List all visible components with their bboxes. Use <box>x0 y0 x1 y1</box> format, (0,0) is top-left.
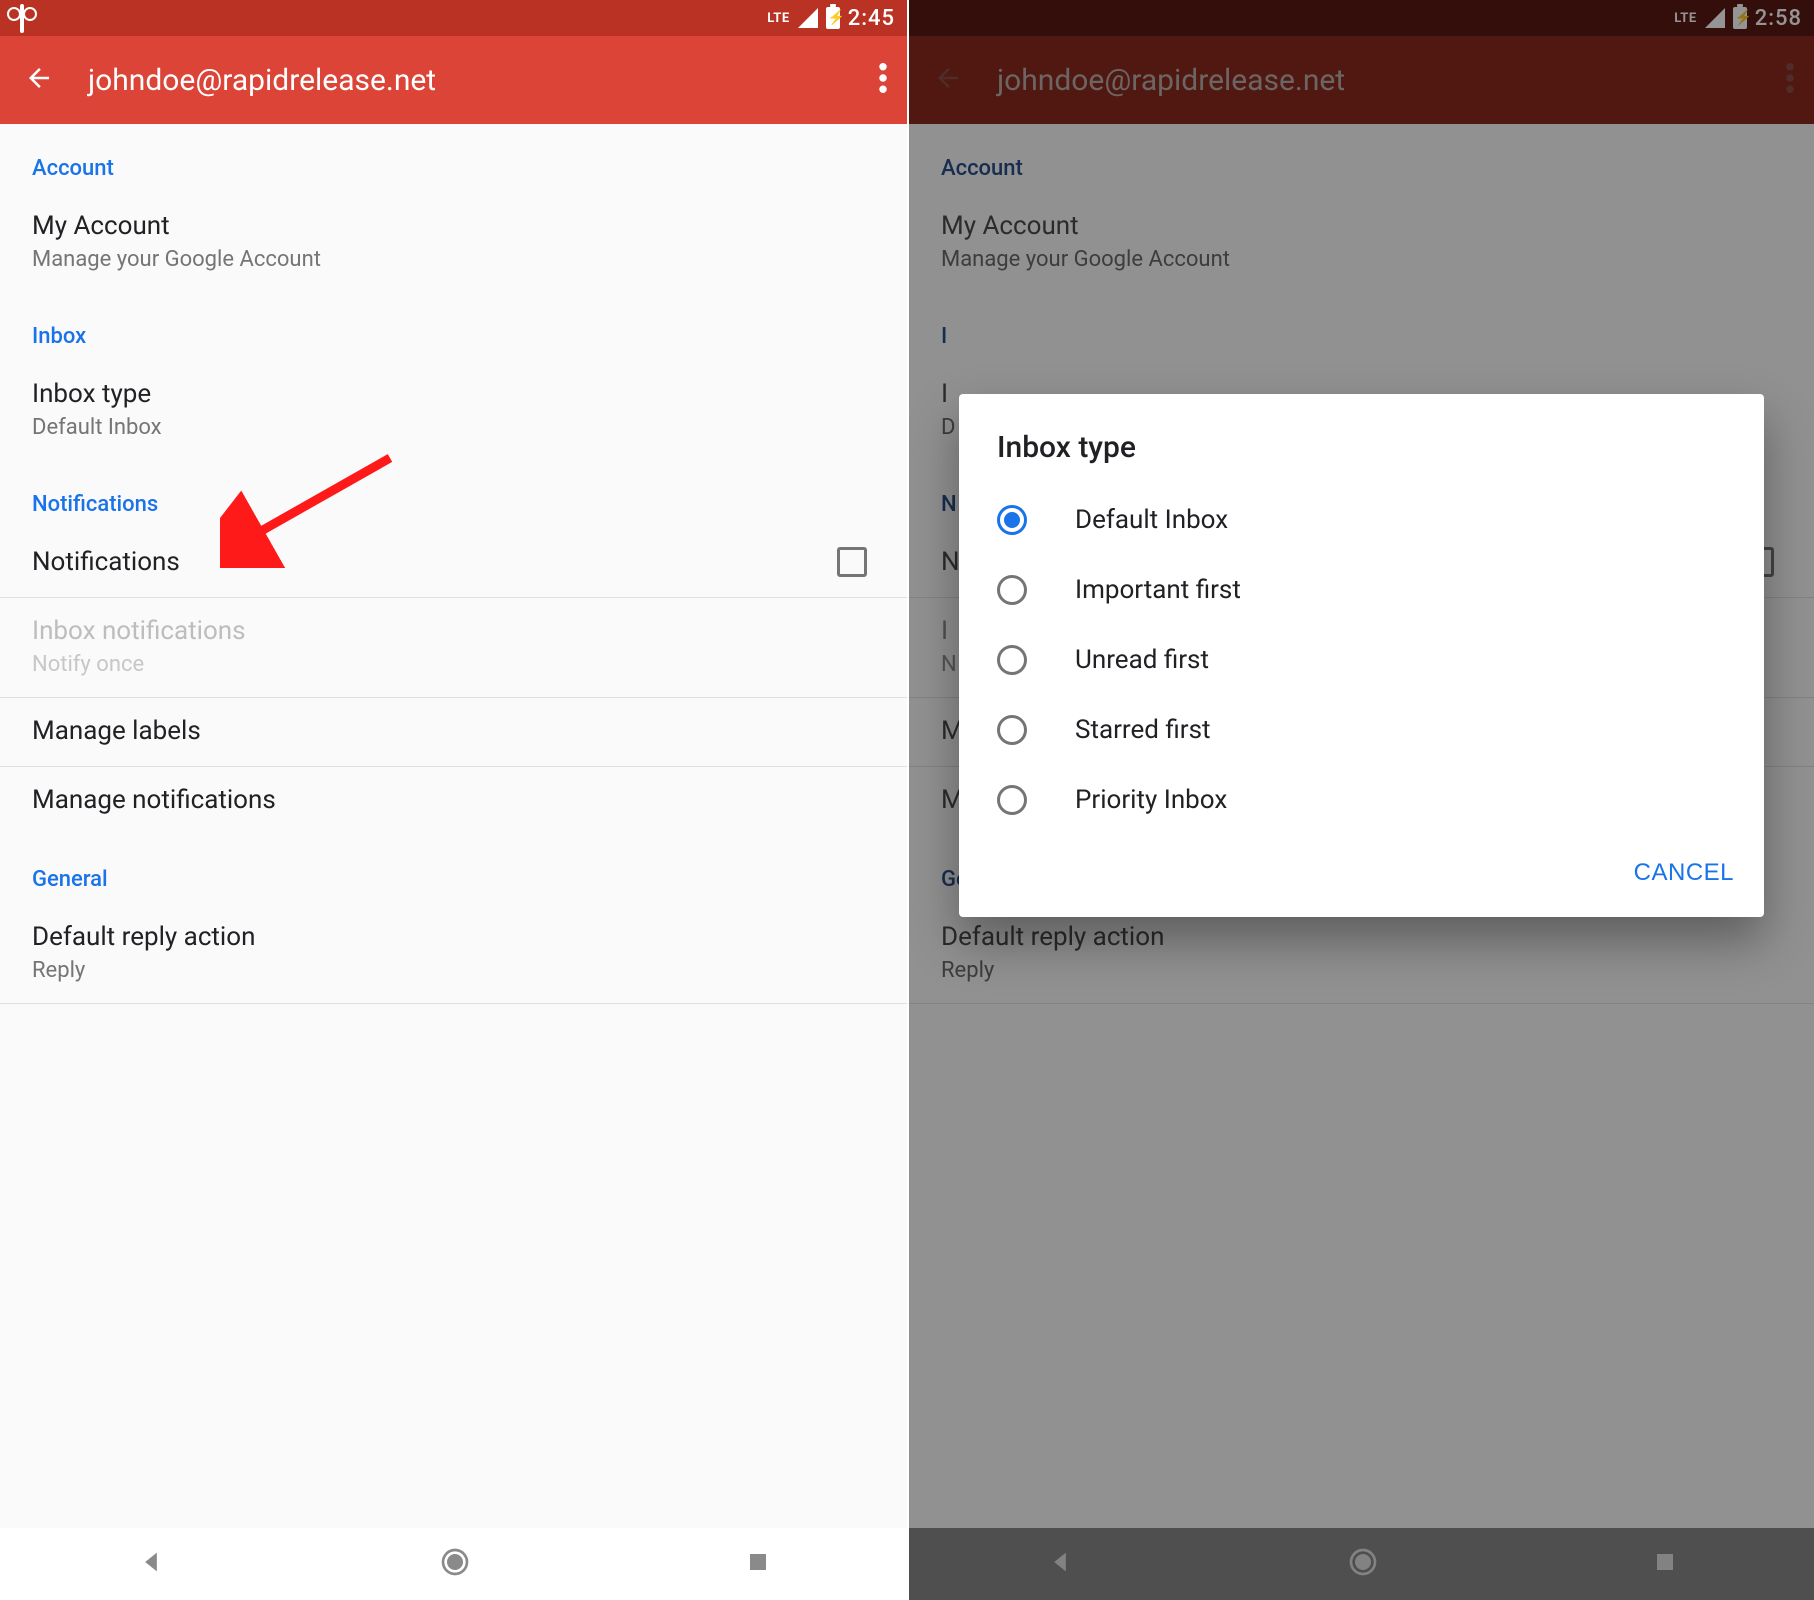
radio-unselected-icon[interactable] <box>997 715 1027 745</box>
radio-unselected-icon[interactable] <box>997 645 1027 675</box>
dialog-option-label: Priority Inbox <box>1075 785 1227 815</box>
item-title: Inbox notifications <box>32 616 875 646</box>
item-inbox-type[interactable]: Inbox type Default Inbox <box>0 361 907 460</box>
battery-icon: ⚡ <box>826 7 840 29</box>
item-my-account[interactable]: My Account Manage your Google Account <box>0 193 907 292</box>
item-notifications-toggle[interactable]: Notifications <box>0 529 907 597</box>
radio-selected-icon[interactable] <box>997 505 1027 535</box>
section-header-inbox: Inbox <box>0 292 907 361</box>
dialog-option[interactable]: Priority Inbox <box>959 765 1764 835</box>
radio-unselected-icon[interactable] <box>997 575 1027 605</box>
dialog-inbox-type: Inbox type Default Inbox Important first U… <box>959 394 1764 917</box>
dialog-option[interactable]: Unread first <box>959 625 1764 695</box>
checkbox-icon[interactable] <box>837 547 867 577</box>
item-subtitle: Reply <box>32 958 875 983</box>
lte-indicator: LTE <box>767 11 789 26</box>
item-subtitle: Default Inbox <box>32 415 875 440</box>
nav-recent-icon[interactable] <box>746 1550 770 1578</box>
section-header-account: Account <box>0 124 907 193</box>
dialog-option[interactable]: Important first <box>959 555 1764 625</box>
dialog-option-label: Unread first <box>1075 645 1209 675</box>
action-bar: johndoe@rapidrelease.net <box>0 36 907 124</box>
radio-unselected-icon[interactable] <box>997 785 1027 815</box>
item-inbox-notifications: Inbox notifications Notify once <box>0 598 907 697</box>
dialog-option-label: Important first <box>1075 575 1241 605</box>
phone-screenshot-left: LTE ⚡ 2:45 johndoe@rapidrelease.net Acco… <box>0 0 907 1600</box>
item-title: Manage labels <box>32 716 875 746</box>
page-title: johndoe@rapidrelease.net <box>88 63 845 98</box>
item-manage-notifications[interactable]: Manage notifications <box>0 767 907 835</box>
item-subtitle: Notify once <box>32 652 875 677</box>
status-clock: 2:45 <box>848 6 895 31</box>
item-title: Default reply action <box>32 922 875 952</box>
item-title: Inbox type <box>32 379 875 409</box>
section-header-notifications: Notifications <box>0 460 907 529</box>
dialog-option[interactable]: Starred first <box>959 695 1764 765</box>
phone-screenshot-right: LTE ⚡ 2:58 johndoe@rapidrelease.net Acco… <box>907 0 1814 1600</box>
item-manage-labels[interactable]: Manage labels <box>0 698 907 766</box>
dialog-option[interactable]: Default Inbox <box>959 485 1764 555</box>
nav-bar <box>0 1528 907 1600</box>
status-bar: LTE ⚡ 2:45 <box>0 0 907 36</box>
nav-home-icon[interactable] <box>439 1546 471 1582</box>
item-default-reply-action[interactable]: Default reply action Reply <box>0 904 907 1003</box>
item-title: Notifications <box>32 547 180 577</box>
back-arrow-icon[interactable] <box>24 63 54 97</box>
voicemail-icon <box>20 6 24 31</box>
overflow-menu-icon[interactable] <box>879 63 887 97</box>
cancel-button[interactable]: CANCEL <box>1634 859 1734 887</box>
nav-back-icon[interactable] <box>137 1548 165 1580</box>
settings-content[interactable]: Account My Account Manage your Google Ac… <box>0 124 907 1528</box>
section-header-general: General <box>0 835 907 904</box>
item-title: My Account <box>32 211 875 241</box>
signal-icon <box>798 8 818 28</box>
item-title: Manage notifications <box>32 785 875 815</box>
dialog-option-label: Starred first <box>1075 715 1211 745</box>
item-subtitle: Manage your Google Account <box>32 247 875 272</box>
divider <box>0 1003 907 1004</box>
dialog-title: Inbox type <box>959 394 1764 485</box>
dialog-option-label: Default Inbox <box>1075 505 1228 535</box>
